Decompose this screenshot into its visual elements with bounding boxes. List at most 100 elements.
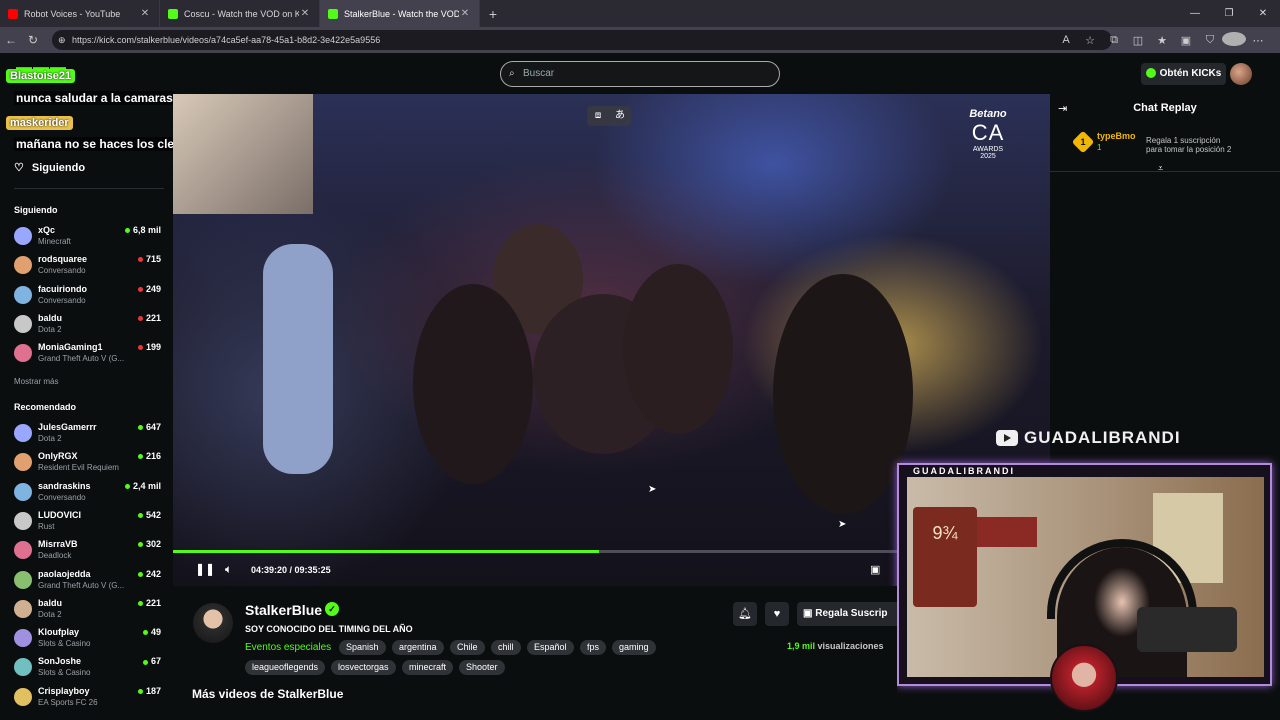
sidebar-channel-item[interactable]: paolaojedda Grand Theft Auto V (G... 242 [14, 569, 164, 597]
tag-chip[interactable]: losvectorgas [331, 660, 396, 675]
favorites-icon[interactable]: ★ [1150, 34, 1174, 47]
profile-icon[interactable] [1222, 31, 1246, 49]
viewer-count: 2,4 mil [125, 481, 161, 491]
tag-chip[interactable]: argentina [392, 640, 444, 655]
clip-icon[interactable]: ⧈ [587, 106, 609, 126]
close-icon[interactable]: ✕ [139, 8, 151, 19]
sidebar-channel-item[interactable]: MisrraVB Deadlock 302 [14, 539, 164, 567]
seek-bar-progress [173, 550, 600, 553]
restore-icon[interactable]: ❐ [1212, 0, 1246, 27]
user-avatar[interactable] [1230, 63, 1252, 85]
pause-icon[interactable]: ❚❚ [195, 562, 215, 576]
channel-category: Dota 2 [38, 434, 62, 443]
channel-name: paolaojedda [38, 568, 91, 579]
channel-category: Minecraft [38, 237, 71, 246]
minimize-icon[interactable]: — [1178, 0, 1212, 27]
address-bar: ← ↻ ⊕ https://kick.com/stalkerblue/video… [0, 27, 1280, 53]
tag-chip[interactable]: fps [580, 640, 607, 655]
sidebar-channel-item[interactable]: OnlyRGX Resident Evil Requiem 216 [14, 451, 164, 479]
read-aloud-icon[interactable]: A [1054, 34, 1078, 46]
close-icon[interactable]: ✕ [459, 8, 471, 19]
new-tab-button[interactable]: + [480, 6, 506, 22]
pinned-gifter[interactable]: 1 typeBmo 1 Regala 1 suscripción para to… [1050, 126, 1280, 174]
tab-youtube[interactable]: Robot Voices - YouTube ✕ [0, 0, 160, 27]
shield-icon[interactable]: ⛉ [1198, 34, 1222, 47]
gift-cta[interactable]: Regala 1 suscripción para tomar la posic… [1146, 136, 1231, 154]
channel-category: Grand Theft Auto V (G... [38, 580, 125, 590]
tag-chip[interactable]: Chile [450, 640, 485, 655]
channel-avatar[interactable] [193, 603, 233, 643]
tag-chip[interactable]: Spanish [339, 640, 386, 655]
volume-icon[interactable]: 🔈︎ [225, 562, 232, 577]
sidebar-channel-item[interactable]: Crisplayboy EA Sports FC 26 187 [14, 686, 164, 714]
tag-chip[interactable]: Español [527, 640, 574, 655]
badge-brand: Betano [969, 108, 1007, 120]
sidebar: Blastoise21 nunca saludar a la camaras m… [0, 69, 227, 720]
viewer-count: 49 [143, 627, 161, 637]
channel-avatar [14, 344, 32, 363]
close-window-icon[interactable]: ✕ [1246, 0, 1280, 27]
url-field[interactable]: ⊕ https://kick.com/stalkerblue/videos/a7… [52, 30, 1112, 50]
more-icon[interactable]: ⋯ [1246, 34, 1270, 47]
sidebar-channel-item[interactable]: sandraskins Conversando 2,4 mil [14, 481, 164, 509]
channel-name: xQc [38, 225, 56, 235]
badge-subtitle: AWARDS [972, 146, 1004, 153]
search-input[interactable]: ⌕ Buscar [500, 61, 780, 87]
webcam-label: GUADALIBRANDI [913, 466, 1015, 476]
kick-icon [168, 8, 178, 19]
reload-icon[interactable]: ↻ [22, 33, 44, 47]
following-toggle-button[interactable]: ♡ Siguiendo [14, 161, 85, 174]
sidebar-channel-item[interactable]: Kloufplay Slots & Casino 49 [14, 627, 164, 655]
channel-avatar [14, 541, 32, 560]
tag-chip[interactable]: minecraft [402, 660, 454, 675]
awards-badge: Betano CA AWARDS 2025 [943, 108, 1033, 160]
tag-chip[interactable]: chill [491, 640, 521, 655]
gifter-name[interactable]: typeBmo [1097, 131, 1136, 141]
tab-title: Robot Voices - YouTube [24, 8, 121, 19]
browser-toolbar: A ☆ ⧉ ◫ ★ ▣ ⛉ ⋯ [1054, 27, 1270, 53]
tab-stalkerblue[interactable]: StalkerBlue - Watch the VOD on Kick ✕ [320, 0, 480, 27]
tag-chip[interactable]: Shooter [459, 660, 505, 675]
sidebar-channel-item[interactable]: SonJoshe Slots & Casino 67 [14, 656, 164, 684]
gift-subscription-label: Regala Suscrip [815, 608, 888, 619]
gift-subscription-button[interactable]: ▣ Regala Suscrip [797, 602, 897, 626]
translate-icon[interactable]: あ [609, 106, 631, 126]
scene-figure [413, 284, 533, 484]
follow-heart-icon[interactable]: ♥ [765, 602, 789, 626]
tag-chip[interactable]: leagueoflegends [245, 660, 326, 675]
channel-name[interactable]: StalkerBlue [245, 602, 322, 618]
overlay-chat-user: Blastoise21 [6, 69, 76, 83]
microphone [1137, 607, 1237, 652]
favorite-star-icon[interactable]: ☆ [1078, 34, 1102, 47]
mouse-cursor-icon: ➤ [838, 519, 847, 530]
tag-chip[interactable]: gaming [612, 640, 656, 655]
collections-icon[interactable]: ▣ [1174, 34, 1198, 47]
sidebar-channel-item[interactable]: JulesGamerrr Dota 2 647 [14, 422, 164, 450]
channel-name: MisrraVB [38, 539, 78, 550]
sidebar-channel-item[interactable]: rodsquaree Conversando 715 [14, 254, 164, 282]
sidebar-channel-item[interactable]: xQc Minecraft 6,8 mil [14, 225, 164, 253]
sidebar-channel-item[interactable]: facuiriondo Conversando 249 [14, 284, 164, 312]
show-more-link[interactable]: Mostrar más [14, 377, 58, 386]
extensions-icon[interactable]: ⧉ [1102, 34, 1126, 47]
browser-tab-bar: Robot Voices - YouTube ✕ Coscu - Watch t… [0, 0, 1280, 27]
sidebar-channel-item[interactable]: MoniaGaming1 Grand Theft Auto V (G... 199 [14, 342, 164, 370]
split-screen-icon[interactable]: ◫ [1126, 34, 1150, 47]
viewer-count: 187 [138, 686, 161, 696]
channel-category: Grand Theft Auto V (G... [38, 354, 125, 364]
site-info-icon[interactable]: ⊕ [58, 30, 66, 50]
viewer-count: 242 [138, 569, 161, 579]
back-icon[interactable]: ← [0, 33, 22, 47]
notifications-bell-icon[interactable]: 🔔︎ [733, 602, 757, 626]
sidebar-channel-item[interactable]: LUDOVICI Rust 542 [14, 510, 164, 538]
category-link[interactable]: Eventos especiales [245, 642, 331, 653]
sidebar-channel-item[interactable]: baldu Dota 2 221 [14, 313, 164, 341]
expand-icon[interactable]: ⩡ [1158, 163, 1163, 174]
close-icon[interactable]: ✕ [299, 8, 311, 19]
sidebar-channel-item[interactable]: baldu Dota 2 221 [14, 598, 164, 626]
theater-mode-icon[interactable]: ▣ [870, 563, 880, 576]
kick-coin-icon [1145, 68, 1156, 79]
tab-coscu[interactable]: Coscu - Watch the VOD on Kick ✕ [160, 0, 320, 27]
get-kicks-button[interactable]: Obtén KICKs [1141, 63, 1226, 85]
time-display: 04:39:20 / 09:35:25 [251, 565, 331, 575]
